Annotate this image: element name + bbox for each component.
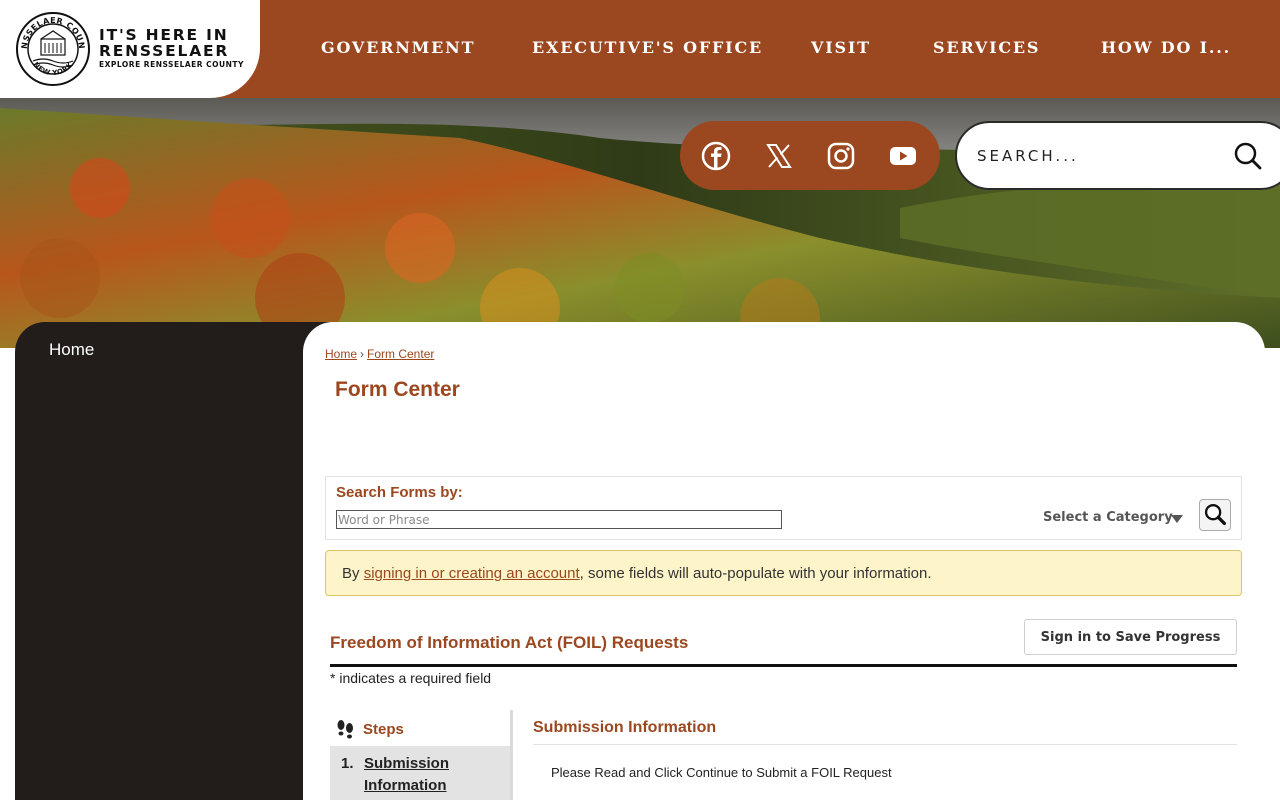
footsteps-icon [337,720,353,739]
search-forms-button[interactable] [1199,499,1231,531]
facebook-icon[interactable] [701,141,731,171]
nav-visit[interactable]: VISIT [811,38,871,57]
notice-suffix: , some fields will auto-populate with yo… [579,565,932,582]
section-instructions: Please Read and Click Continue to Submit… [551,765,892,780]
required-field-note: * indicates a required field [330,670,492,686]
nav-executives-office[interactable]: EXECUTIVE'S OFFICE [532,38,763,57]
county-seal-icon: RENSSELAER COUNTY NEW YORK [15,11,90,86]
category-select[interactable]: Select a Category [1043,510,1173,525]
instagram-icon[interactable] [826,141,856,171]
search-forms-label: Search Forms by: [336,484,463,501]
notice-prefix: By [342,565,364,582]
search-icon[interactable] [1233,141,1263,171]
sign-in-save-progress-button[interactable]: Sign in to Save Progress [1024,619,1237,655]
search-forms-panel: Search Forms by: Select a Category [325,476,1242,540]
sidebar-item-home[interactable]: Home [49,340,94,360]
breadcrumb-home-link[interactable]: Home [325,347,357,361]
step-item-submission-information[interactable]: 1. Submission Information [330,746,511,800]
content-right-edge [1265,348,1280,800]
section-divider [533,744,1237,745]
nav-how-do-i[interactable]: HOW DO I... [1101,38,1231,57]
main-content: Home › Form Center Form Center Search Form… [303,322,1265,800]
steps-divider [510,710,513,800]
step-number: 1. [341,755,354,772]
notice-text: By signing in or creating an account, so… [342,565,932,582]
form-title-divider [330,664,1237,667]
search-forms-input[interactable] [336,510,782,529]
site-header: RENSSELAER COUNTY NEW YORK IT'S HERE IN … [0,0,1280,98]
step-link[interactable]: Submission Information [364,753,504,797]
youtube-icon[interactable] [888,141,918,171]
page-title: Form Center [335,378,460,401]
x-icon[interactable] [764,141,794,171]
sign-in-link[interactable]: signing in or creating an account [364,565,580,582]
sign-in-notice: By signing in or creating an account, so… [325,550,1242,596]
section-title: Submission Information [533,719,717,736]
form-title: Freedom of Information Act (FOIL) Reques… [330,633,689,652]
breadcrumb-form-center-link[interactable]: Form Center [367,347,434,361]
site-logo[interactable]: RENSSELAER COUNTY NEW YORK IT'S HERE IN … [0,0,260,98]
nav-government[interactable]: GOVERNMENT [321,38,475,57]
social-links [680,121,940,190]
chevron-down-icon[interactable] [1171,515,1183,523]
nav-services[interactable]: SERVICES [933,38,1040,57]
logo-subtitle: EXPLORE RENSSELAER COUNTY [99,60,244,69]
breadcrumb: Home › Form Center [325,347,434,361]
site-search-input[interactable] [977,145,1217,167]
steps-label: Steps [363,721,404,738]
sidebar: Home [15,322,335,800]
breadcrumb-separator: › [360,347,365,361]
steps-header: Steps [330,710,511,746]
logo-tagline-line2: RENSSELAER [99,42,230,60]
site-search [955,121,1280,190]
